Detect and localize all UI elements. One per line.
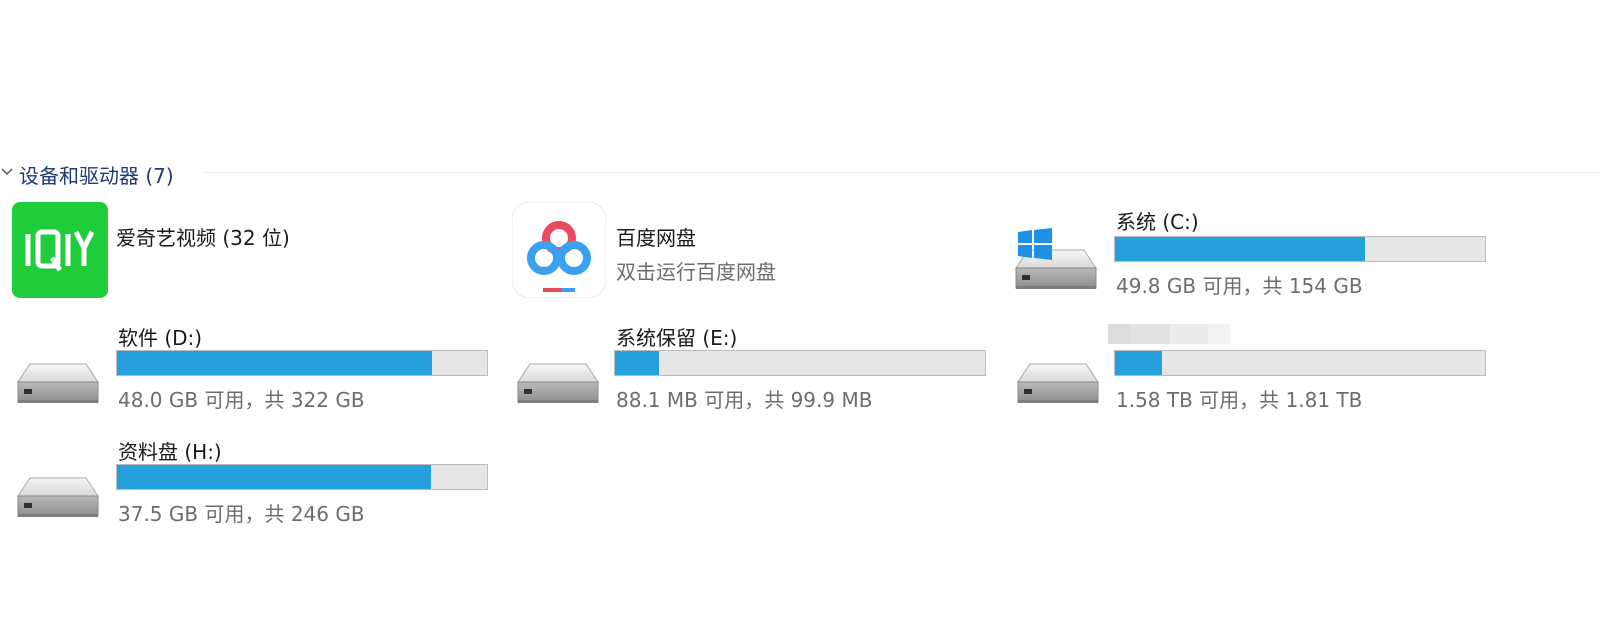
drive-tile-c[interactable]: 系统 (C:) 49.8 GB 可用，共 154 GB	[1014, 204, 1494, 300]
drive-space-text: 48.0 GB 可用，共 322 GB	[118, 388, 365, 412]
drive-space-text: 37.5 GB 可用，共 246 GB	[118, 502, 365, 526]
hard-drive-icon	[516, 362, 600, 406]
drive-usage-bar	[1114, 236, 1486, 262]
drive-name: 系统保留 (E:)	[616, 326, 738, 350]
app-name: 百度网盘	[616, 226, 696, 250]
drive-space-text: 88.1 MB 可用，共 99.9 MB	[616, 388, 873, 412]
drive-usage-fill	[1115, 237, 1366, 261]
drive-tile-d[interactable]: 软件 (D:) 48.0 GB 可用，共 322 GB	[16, 320, 496, 416]
drive-usage-bar	[116, 350, 488, 376]
drive-space-text: 1.58 TB 可用，共 1.81 TB	[1116, 388, 1363, 412]
section-title: 设备和驱动器 (7)	[19, 164, 174, 188]
drive-usage-fill	[615, 351, 659, 375]
baidu-netdisk-logo-icon	[512, 202, 606, 298]
drive-name: 资料盘 (H:)	[118, 440, 222, 464]
drive-usage-bar	[116, 464, 488, 490]
hard-drive-icon	[16, 362, 100, 406]
drive-name: 软件 (D:)	[118, 326, 203, 350]
drive-usage-bar	[1114, 350, 1486, 376]
drive-usage-fill	[1115, 351, 1162, 375]
obscured-drive-name	[1108, 324, 1230, 344]
drive-space-text: 49.8 GB 可用，共 154 GB	[1116, 274, 1363, 298]
drive-tile-e[interactable]: 系统保留 (E:) 88.1 MB 可用，共 99.9 MB	[516, 320, 996, 416]
app-subtitle: 双击运行百度网盘	[616, 260, 776, 284]
chevron-down-icon[interactable]	[0, 164, 14, 178]
drive-tile-h[interactable]: 资料盘 (H:) 37.5 GB 可用，共 246 GB	[16, 434, 496, 530]
drive-name: 系统 (C:)	[1116, 210, 1199, 234]
drive-tile-obscured[interactable]: 1.58 TB 可用，共 1.81 TB	[1016, 320, 1496, 416]
section-header-devices-and-drives[interactable]: 设备和驱动器 (7)	[0, 156, 1600, 188]
app-tile-iqiyi[interactable]: 爱奇艺视频 (32 位)	[12, 202, 412, 298]
drive-usage-fill	[117, 465, 431, 489]
app-name: 爱奇艺视频 (32 位)	[116, 226, 290, 250]
section-divider	[205, 172, 1600, 173]
iqiyi-logo-icon	[12, 202, 108, 298]
app-tile-baidu-netdisk[interactable]: 百度网盘 双击运行百度网盘	[512, 202, 932, 298]
drive-usage-bar	[614, 350, 986, 376]
hard-drive-icon	[16, 476, 100, 520]
drive-usage-fill	[117, 351, 432, 375]
windows-logo-icon	[1018, 228, 1052, 260]
hard-drive-icon	[1016, 362, 1100, 406]
